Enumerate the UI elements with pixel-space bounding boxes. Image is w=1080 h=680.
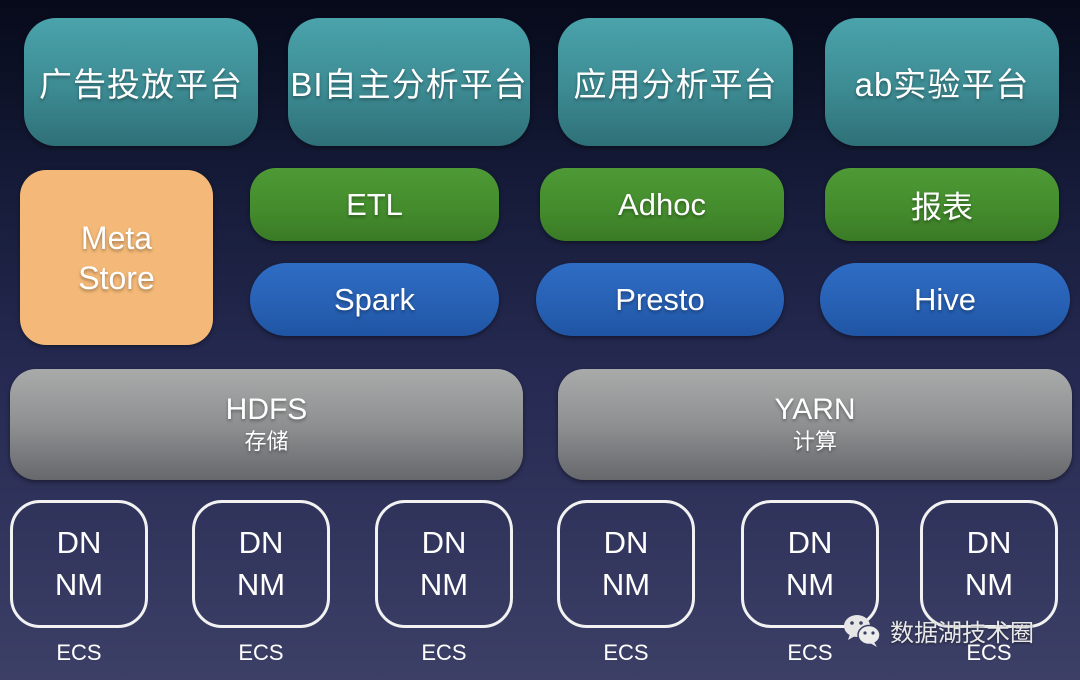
watermark-text: 数据湖技术圈: [890, 619, 1034, 647]
infra-title: HDFS: [225, 392, 308, 426]
node-line2: NM: [785, 567, 835, 602]
engine-presto: Presto: [536, 263, 784, 336]
node-line1: DN: [56, 525, 102, 560]
infra-subtitle: 计算: [792, 428, 837, 454]
node-line1: DN: [966, 525, 1012, 560]
node-line1: DN: [238, 525, 284, 560]
engine-label: Hive: [913, 281, 976, 317]
app-bi-platform: BI自主分析平台: [288, 18, 530, 146]
app-ab-test-platform: ab实验平台: [825, 18, 1059, 146]
infra-title: YARN: [774, 392, 856, 426]
app-label: ab实验平台: [854, 66, 1030, 103]
node-line2: NM: [54, 567, 104, 602]
app-label: BI自主分析平台: [290, 66, 528, 103]
app-ad-platform: 广告投放平台: [24, 18, 258, 146]
node-box: DN NM: [557, 500, 695, 628]
tool-label: Adhoc: [618, 186, 706, 222]
infra-subtitle: 存储: [244, 428, 289, 454]
node-label: ECS: [421, 640, 467, 665]
engine-hive: Hive: [820, 263, 1070, 336]
node-line1: DN: [421, 525, 467, 560]
engine-spark: Spark: [250, 263, 499, 336]
tool-label: ETL: [346, 186, 403, 222]
node-box: DN NM: [192, 500, 330, 628]
node-line2: NM: [964, 567, 1014, 602]
wechat-icon: [844, 615, 881, 647]
node-box: DN NM: [375, 500, 513, 628]
watermark: 数据湖技术圈: [842, 612, 1034, 648]
node-line2: NM: [601, 567, 651, 602]
node-line2: NM: [236, 567, 286, 602]
tool-adhoc: Adhoc: [540, 168, 784, 241]
app-label: 应用分析平台: [573, 66, 778, 103]
node-line1: DN: [603, 525, 649, 560]
infra-hdfs: HDFS 存储: [10, 369, 523, 480]
app-analytics-platform: 应用分析平台: [558, 18, 793, 146]
node-line2: NM: [419, 567, 469, 602]
node-box: DN NM: [741, 500, 879, 628]
tool-report: 报表: [825, 168, 1059, 241]
node-label: ECS: [56, 640, 102, 665]
node-box: DN NM: [920, 500, 1058, 628]
node-label: ECS: [238, 640, 284, 665]
node-box: DN NM: [10, 500, 148, 628]
metastore-line1: Meta: [80, 219, 153, 256]
tool-label: 报表: [911, 190, 973, 225]
app-label: 广告投放平台: [39, 66, 243, 103]
engine-label: Presto: [615, 281, 705, 317]
metastore-line2: Store: [78, 259, 155, 296]
node-label: ECS: [603, 640, 649, 665]
metastore-box: Meta Store: [20, 170, 213, 345]
engine-label: Spark: [334, 281, 415, 317]
infra-yarn: YARN 计算: [558, 369, 1072, 480]
node-line1: DN: [787, 525, 833, 560]
tool-etl: ETL: [250, 168, 499, 241]
